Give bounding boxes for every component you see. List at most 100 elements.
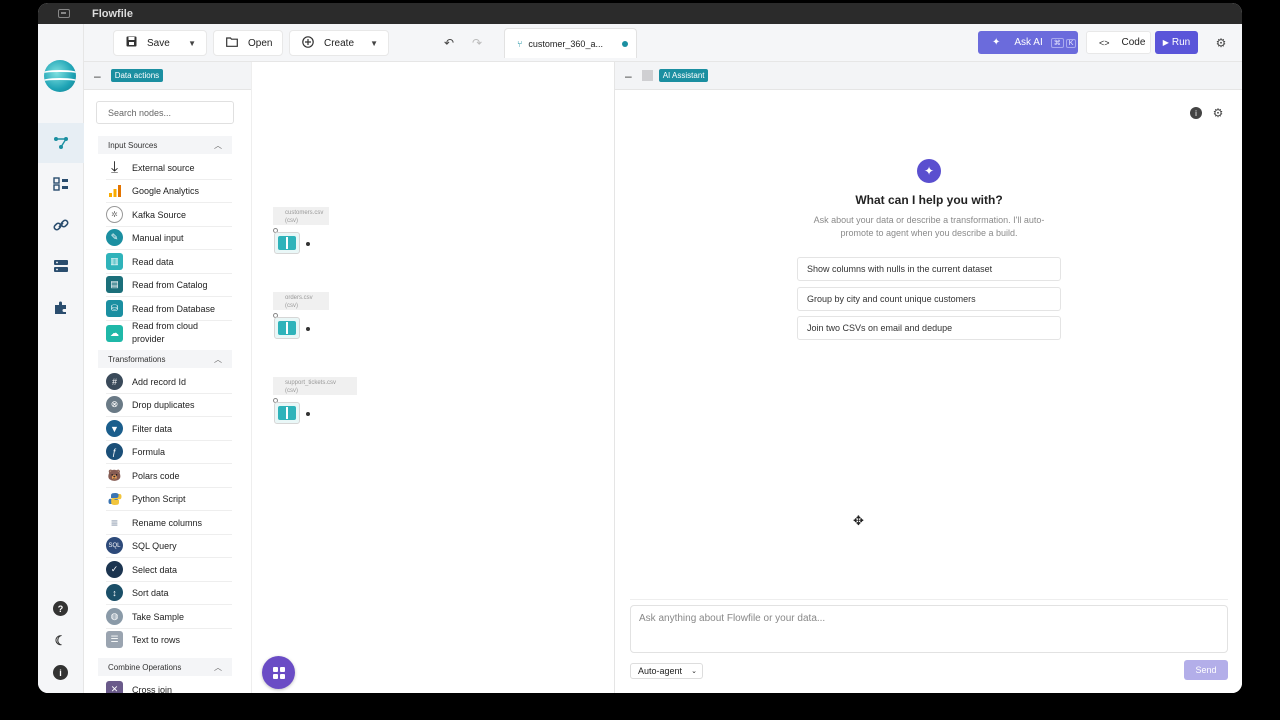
- node-label: External source: [132, 162, 195, 173]
- nav-database[interactable]: [38, 246, 84, 286]
- node-external-source[interactable]: ⤓ External source: [106, 159, 232, 176]
- collapse-icon[interactable]: –: [94, 69, 101, 83]
- undo-icon[interactable]: ↶: [440, 34, 458, 52]
- ai-subtitle: Ask about your data or describe a transf…: [813, 215, 1045, 238]
- node-label: Cross join: [132, 684, 173, 694]
- node-add-record-id[interactable]: # Add record Id: [106, 373, 232, 390]
- server-icon: [54, 260, 68, 272]
- node-cross-join[interactable]: ✕ Cross join: [106, 681, 232, 693]
- divider: [106, 393, 232, 394]
- chevron-down-icon[interactable]: ▼: [188, 39, 196, 48]
- node-read-data[interactable]: ▥ Read data: [106, 253, 232, 270]
- node-polars-code[interactable]: 🐻 Polars code: [106, 467, 232, 484]
- suggestion-button[interactable]: Join two CSVs on email and dedupe: [797, 316, 1061, 340]
- node-kafka-source[interactable]: ✲ Kafka Source: [106, 206, 232, 223]
- node-read-from-cloud-provider[interactable]: ☁ Read from cloud provider: [106, 320, 232, 346]
- node-read-from-database[interactable]: ⛁ Read from Database: [106, 300, 232, 317]
- suggestion-button[interactable]: Show columns with nulls in the current d…: [797, 257, 1061, 281]
- canvas-node-read-data[interactable]: [274, 402, 300, 424]
- node-drop-duplicates[interactable]: ⊗ Drop duplicates: [106, 396, 232, 413]
- section-transformations[interactable]: Transformations ︿: [98, 350, 232, 368]
- manual-input-icon: ✎: [106, 229, 123, 246]
- flow-canvas[interactable]: customers.csv (csv) orders.csv (csv) sup…: [253, 62, 614, 693]
- output-port[interactable]: [306, 412, 310, 416]
- node-filetype: (csv): [285, 303, 298, 309]
- nav-connections[interactable]: [38, 205, 84, 245]
- flowfile-logo[interactable]: [44, 60, 76, 92]
- ai-assistant-panel: – AI Assistant i ⚙ ✦ What can I help you…: [614, 62, 1242, 693]
- node-formula[interactable]: ƒ Formula: [106, 443, 232, 460]
- search-nodes-input[interactable]: Search nodes...: [96, 101, 234, 124]
- node-python-script[interactable]: Python Script: [106, 490, 232, 507]
- chevron-up-icon: ︿: [214, 662, 222, 672]
- node-text-to-rows[interactable]: ☰ Text to rows: [106, 631, 232, 648]
- divider: [106, 416, 232, 417]
- redo-icon[interactable]: ↷: [468, 34, 486, 52]
- node-manual-input[interactable]: ✎ Manual input: [106, 229, 232, 246]
- node-google-analytics[interactable]: Google Analytics: [106, 182, 232, 199]
- node-select-data[interactable]: ✓ Select data: [106, 561, 232, 578]
- sparkle-icon: ✦: [917, 159, 941, 183]
- shortcut-key: ⌘: [1050, 38, 1064, 48]
- nav-flow-designer[interactable]: [38, 123, 84, 163]
- ask-ai-button[interactable]: ✦ Ask AI ⌘ K: [978, 31, 1078, 54]
- gear-icon[interactable]: ⚙: [1212, 34, 1230, 52]
- section-input-sources[interactable]: Input Sources ︿: [98, 136, 232, 154]
- node-label: Google Analytics: [132, 185, 200, 196]
- canvas-node-read-data[interactable]: [274, 232, 300, 254]
- kafka-icon: ✲: [106, 206, 123, 223]
- section-combine-operations[interactable]: Combine Operations ︿: [98, 658, 232, 676]
- node-filter-data[interactable]: ▼ Filter data: [106, 420, 232, 437]
- suggestion-button[interactable]: Group by city and count unique customers: [797, 287, 1061, 311]
- dark-mode-icon[interactable]: ☾: [53, 633, 68, 648]
- catalog-icon: [53, 177, 68, 191]
- node-sort-data[interactable]: ↕ Sort data: [106, 584, 232, 601]
- divider: [106, 440, 232, 441]
- output-port[interactable]: [306, 327, 310, 331]
- eye-icon[interactable]: [1241, 34, 1242, 52]
- save-button[interactable]: Save ▼: [113, 30, 207, 56]
- info-icon[interactable]: i: [1190, 107, 1202, 119]
- node-take-sample[interactable]: ◍ Take Sample: [106, 608, 232, 625]
- mode-select[interactable]: Auto-agent ⌄: [630, 663, 703, 679]
- node-sql-query[interactable]: SQL SQL Query: [106, 537, 232, 554]
- open-button[interactable]: Open: [213, 30, 283, 56]
- divider: [106, 226, 232, 227]
- send-button[interactable]: Send: [1184, 660, 1228, 680]
- divider: [106, 463, 232, 464]
- left-nav-rail: ? ☾ i: [38, 24, 84, 693]
- book-icon: [278, 321, 296, 335]
- info-icon[interactable]: i: [53, 665, 68, 680]
- sample-icon: ◍: [106, 608, 123, 625]
- download-icon: ⤓: [106, 159, 123, 176]
- create-button[interactable]: Create ▼: [289, 30, 389, 56]
- nav-catalog[interactable]: [38, 164, 84, 204]
- node-label: Read from Catalog: [132, 279, 208, 290]
- ask-ai-label: Ask AI: [1014, 37, 1043, 48]
- collapse-icon[interactable]: –: [625, 69, 632, 83]
- title-bar: Flowfile: [38, 3, 1242, 24]
- help-icon[interactable]: ?: [53, 601, 68, 616]
- run-button[interactable]: ▶ Run: [1155, 31, 1198, 54]
- nav-plugins[interactable]: [38, 288, 84, 328]
- play-icon: ▶: [1162, 38, 1169, 47]
- panel-title: Data actions: [110, 69, 164, 82]
- node-rename-columns[interactable]: ≡ Rename columns: [106, 514, 232, 531]
- ai-message-input[interactable]: Ask anything about Flowfile or your data…: [630, 605, 1228, 653]
- code-button[interactable]: <> Code: [1086, 31, 1151, 54]
- output-port[interactable]: [306, 242, 310, 246]
- node-label: Read from Database: [132, 303, 216, 314]
- tab-flow-file[interactable]: ⑂ customer_360_a...: [504, 28, 637, 58]
- catalog-icon: ▤: [106, 276, 123, 293]
- code-label: Code: [1121, 37, 1146, 48]
- book-icon: [278, 406, 296, 420]
- chevron-down-icon[interactable]: ▼: [370, 39, 378, 48]
- node-palette-button[interactable]: [262, 656, 295, 689]
- canvas-node-read-data[interactable]: [274, 317, 300, 339]
- node-read-from-catalog[interactable]: ▤ Read from Catalog: [106, 276, 232, 293]
- data-actions-header: – Data actions: [84, 62, 251, 90]
- divider: [106, 273, 232, 274]
- gear-icon[interactable]: ⚙: [1212, 106, 1224, 120]
- divider: [106, 296, 232, 297]
- select-check-icon: ✓: [106, 561, 123, 578]
